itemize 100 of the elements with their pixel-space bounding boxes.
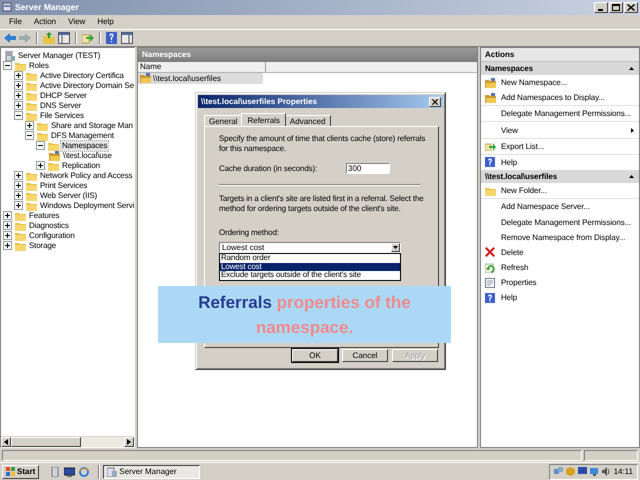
tree-item[interactable]: Network Policy and Access — [39, 170, 134, 181]
maximize-button[interactable] — [609, 2, 623, 13]
action-link[interactable]: Refresh — [501, 263, 634, 272]
expander[interactable] — [25, 131, 34, 140]
delete-icon — [485, 247, 495, 258]
tree-item[interactable]: Active Directory Certifica — [39, 70, 125, 81]
expander[interactable] — [14, 71, 23, 80]
pane-title: Actions — [481, 48, 639, 62]
action-link[interactable]: Help — [501, 158, 634, 167]
action-link[interactable]: Delete — [501, 248, 634, 257]
minimize-button[interactable] — [594, 2, 608, 13]
expander[interactable] — [14, 111, 23, 120]
action-link[interactable]: Remove Namespace from Display... — [501, 232, 634, 242]
collapse-caret-icon[interactable] — [629, 66, 634, 70]
folder-icon — [26, 180, 37, 191]
expander[interactable] — [14, 171, 23, 180]
left-arrow-icon[interactable] — [4, 439, 8, 446]
action-link[interactable]: Delegate Management Permissions... — [501, 218, 634, 226]
expander[interactable] — [14, 81, 23, 90]
expander[interactable] — [14, 91, 23, 100]
expander[interactable] — [14, 201, 23, 210]
tree-item[interactable]: Share and Storage Man — [50, 120, 134, 131]
expander[interactable] — [14, 191, 23, 200]
expander[interactable] — [14, 101, 23, 110]
tree-item[interactable]: DHCP Server — [39, 90, 88, 101]
menu-item[interactable]: Action — [28, 17, 62, 26]
app-icon — [2, 2, 12, 12]
back-icon[interactable] — [4, 32, 16, 44]
help-icon[interactable] — [106, 32, 118, 44]
desktop-icon[interactable] — [64, 466, 76, 477]
tree-item[interactable]: Features — [28, 210, 60, 221]
tree-toggle-icon[interactable] — [58, 32, 70, 44]
tree-item[interactable]: Replication — [61, 160, 101, 171]
pane-toggle-icon[interactable] — [121, 32, 133, 44]
maximize-icon — [612, 4, 620, 11]
tab[interactable]: Advanced — [284, 115, 331, 126]
menu-item[interactable]: View — [62, 17, 92, 26]
expander[interactable] — [3, 231, 12, 240]
menu-item[interactable]: File — [3, 17, 28, 26]
menu-item[interactable]: Help — [91, 17, 120, 26]
server-manager-icon — [107, 466, 118, 477]
tree-item[interactable]: Diagnostics — [28, 220, 70, 231]
field-label: Cache duration (in seconds): — [219, 164, 318, 174]
expander[interactable] — [3, 241, 12, 250]
tree-item[interactable]: Print Services — [39, 180, 88, 191]
dialog-button[interactable]: Cancel — [342, 349, 388, 362]
dropdown-option[interactable]: Lowest cost — [220, 262, 400, 271]
action-link[interactable]: Add Namespace Server... — [501, 202, 634, 212]
action-link[interactable]: New Folder... — [501, 186, 634, 196]
action-link[interactable]: Properties — [501, 278, 634, 288]
folder-icon — [485, 186, 496, 196]
tree-item[interactable]: Configuration — [28, 230, 76, 241]
action-link[interactable]: New Namespace... — [501, 78, 634, 87]
expander[interactable] — [36, 161, 45, 170]
tree-item[interactable]: Storage — [28, 240, 57, 251]
horizontal-scrollbar[interactable] — [1, 436, 134, 448]
action-link[interactable]: View — [501, 126, 631, 135]
taskbar-button[interactable]: Server Manager — [103, 464, 200, 479]
tree-item[interactable]: Server Manager (TEST) — [17, 50, 102, 61]
description-text: Targets in a client's site are listed first in a referral. Select the method for ordering targets outside of the client's site. — [219, 194, 425, 214]
action-link[interactable]: Delegate Management Permissions... — [501, 109, 634, 118]
expander[interactable] — [36, 141, 45, 150]
collapse-caret-icon[interactable] — [629, 175, 634, 178]
expander[interactable] — [3, 211, 12, 220]
dropdown-arrow-icon[interactable] — [393, 246, 398, 249]
browser-icon[interactable] — [79, 466, 90, 477]
action-link[interactable]: Add Namespaces to Display... — [501, 93, 634, 102]
tree-item[interactable]: Windows Deployment Servi — [39, 200, 134, 211]
folder-icon — [26, 70, 37, 81]
tree-item[interactable]: DFS Management — [50, 130, 115, 141]
tree-item[interactable]: Roles — [28, 60, 50, 71]
folder-icon — [15, 60, 26, 71]
tab[interactable]: Referrals — [241, 113, 286, 126]
right-arrow-icon[interactable] — [127, 439, 131, 446]
list-row[interactable]: \\test.local\userfiles — [138, 72, 263, 84]
dropdown-option[interactable]: Random order — [220, 254, 400, 262]
folder-icon — [140, 73, 151, 84]
close-button[interactable] — [624, 2, 638, 13]
tree-item[interactable]: File Services — [39, 110, 85, 121]
expander[interactable] — [3, 61, 12, 70]
dialog-button[interactable]: OK — [292, 349, 338, 362]
field-label: Ordering method: — [219, 228, 280, 238]
tree-item[interactable]: DNS Server — [39, 100, 82, 111]
tree-item[interactable]: Namespaces — [61, 140, 108, 151]
tree-item[interactable]: \\test.local\use — [62, 150, 113, 161]
dropdown-option[interactable]: Exclude targets outside of the client's site — [220, 271, 400, 280]
expander[interactable] — [25, 121, 34, 130]
tree-item[interactable]: Web Server (IIS) — [39, 190, 98, 201]
action-link[interactable]: Help — [501, 293, 634, 302]
expander[interactable] — [3, 221, 12, 230]
close-button[interactable] — [429, 96, 441, 106]
start-button[interactable]: Start — [2, 464, 40, 479]
tree-item[interactable]: Active Directory Domain Se — [39, 80, 134, 91]
expander[interactable] — [14, 181, 23, 190]
action-link[interactable]: Export List... — [501, 142, 634, 151]
submenu-arrow-icon — [631, 128, 634, 133]
folder-icon — [15, 220, 26, 231]
input-field[interactable]: 300 — [346, 163, 390, 174]
tab[interactable]: General — [204, 115, 242, 126]
server-icon[interactable] — [50, 466, 60, 477]
